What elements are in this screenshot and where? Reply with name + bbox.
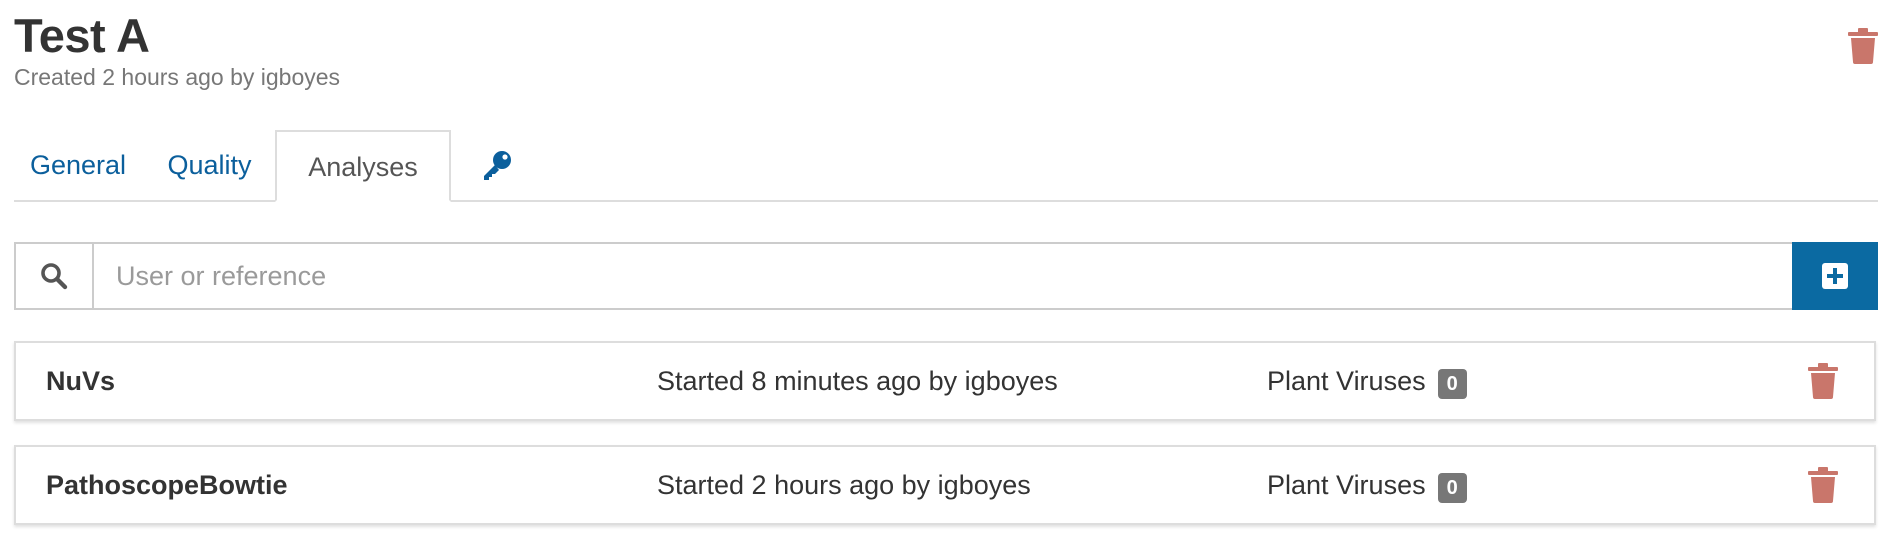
tab-label: Quality — [167, 150, 252, 180]
key-icon — [484, 151, 511, 180]
analysis-name: PathoscopeBowtie — [46, 470, 288, 500]
tab-analyses[interactable]: Analyses — [275, 130, 451, 202]
plus-square-icon — [1822, 263, 1848, 289]
reference-count-badge: 0 — [1437, 369, 1467, 399]
reference-count-badge: 0 — [1437, 473, 1467, 503]
reference-name: Plant Viruses — [1267, 470, 1426, 500]
analysis-reference: Plant Viruses 0 — [1267, 447, 1467, 523]
reference-name: Plant Viruses — [1267, 366, 1426, 396]
analysis-row[interactable]: PathoscopeBowtie Started 2 hours ago by … — [14, 445, 1876, 525]
create-analysis-button[interactable] — [1792, 242, 1878, 310]
delete-analysis-button[interactable] — [1808, 467, 1838, 503]
search-addon — [14, 242, 92, 310]
analysis-reference: Plant Viruses 0 — [1267, 343, 1467, 419]
sample-tabs: General Quality Analyses — [14, 130, 1878, 202]
delete-sample-button[interactable] — [1848, 28, 1878, 64]
analysis-name: NuVs — [46, 366, 116, 396]
trash-icon — [1808, 363, 1838, 399]
analysis-created: Started 2 hours ago by igboyes — [657, 470, 1031, 500]
analysis-row[interactable]: NuVs Started 8 minutes ago by igboyes Pl… — [14, 341, 1876, 421]
tab-rights[interactable] — [451, 130, 543, 200]
analysis-created: Started 8 minutes ago by igboyes — [657, 366, 1058, 396]
tab-quality[interactable]: Quality — [144, 130, 275, 200]
tab-label: Analyses — [308, 152, 418, 182]
tab-label: General — [29, 150, 127, 180]
analyses-toolbar — [14, 242, 1878, 310]
page-title: Test A — [14, 9, 150, 62]
trash-icon — [1848, 28, 1878, 64]
page-subtitle: Created 2 hours ago by igboyes — [14, 64, 341, 90]
search-icon — [41, 263, 68, 290]
trash-icon — [1808, 467, 1838, 503]
tab-general[interactable]: General — [14, 130, 142, 200]
delete-analysis-button[interactable] — [1808, 363, 1838, 399]
search-input[interactable] — [92, 242, 1799, 310]
